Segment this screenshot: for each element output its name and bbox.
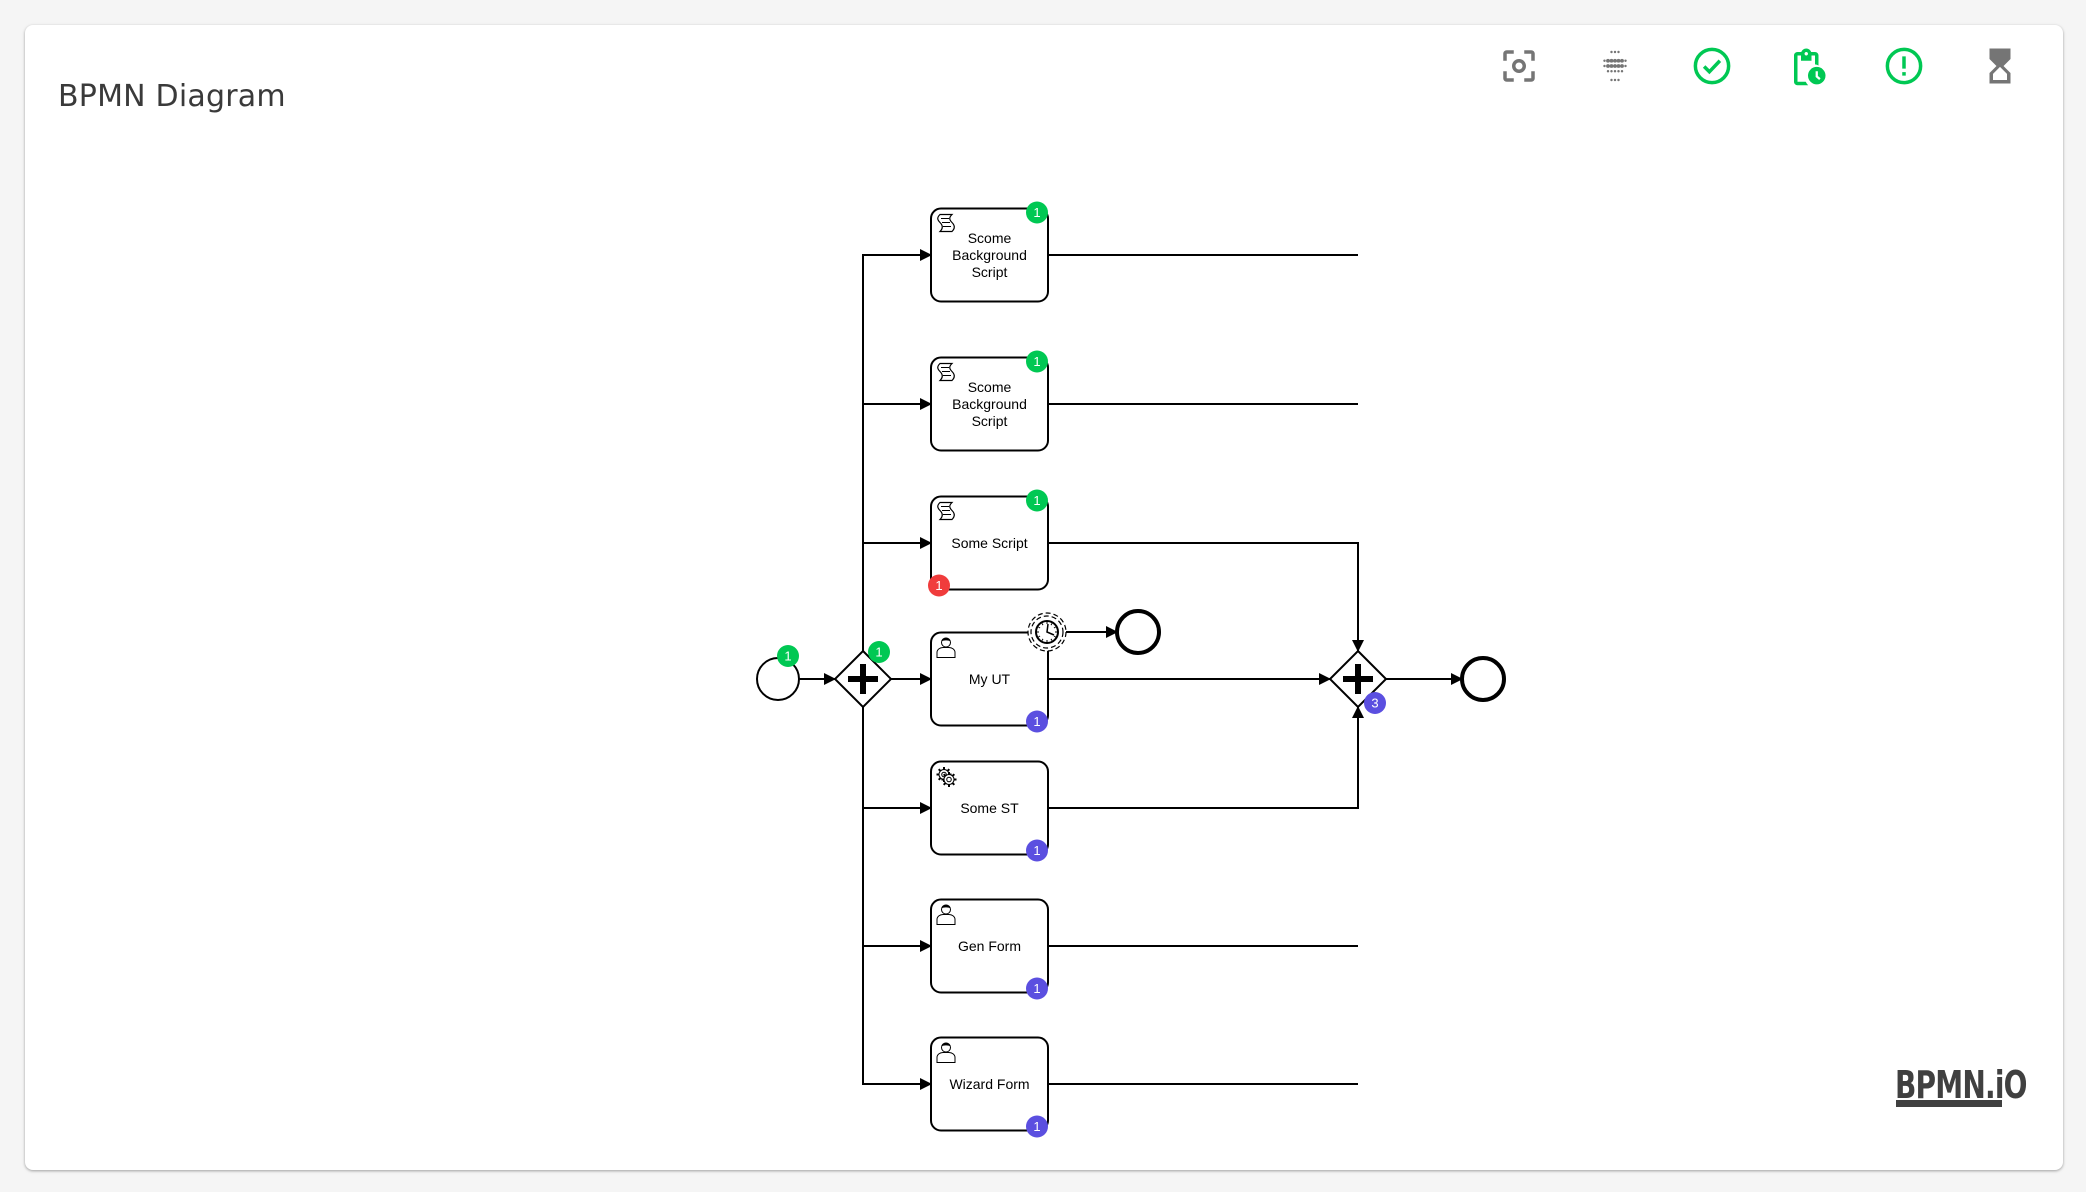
task-user[interactable]: My UT [930, 631, 1049, 727]
hourglass-icon [1989, 48, 2011, 84]
task-user[interactable]: Wizard Form [930, 1036, 1049, 1132]
task-label: Background [952, 247, 1027, 263]
toolbar [0, 44, 2086, 88]
task-completed-badge-count: 1 [1033, 493, 1040, 508]
alert-circle-icon [1885, 47, 1923, 85]
task-completed-badge: 1 [1026, 201, 1048, 224]
start-event-completed-badge: 1 [777, 645, 799, 667]
focus-icon [1503, 50, 1535, 82]
timer-boundary-event[interactable] [1027, 612, 1067, 652]
clipboard-clock-icon [1794, 48, 1826, 86]
heatmap-button[interactable] [1593, 44, 1637, 88]
task-completed-badge-count: 1 [1033, 205, 1040, 220]
task-active-badge: 1 [1026, 1115, 1048, 1138]
task-label: Background [952, 396, 1027, 412]
end-event[interactable] [1460, 656, 1506, 702]
task-error-badge: 1 [928, 574, 950, 597]
task-label: Script [972, 264, 1008, 280]
task-label: My UT [969, 671, 1011, 687]
user-icon-body [936, 1052, 956, 1063]
split-gateway-completed-badge-count: 1 [875, 645, 882, 660]
user-icon-body [936, 647, 956, 658]
task-active-badge-count: 1 [1033, 843, 1040, 858]
task-active-badge-count: 1 [1033, 981, 1040, 996]
errors-filter-button[interactable] [1882, 44, 1926, 88]
task-script[interactable]: Some Script [930, 495, 1049, 591]
start-event-completed-badge-count: 1 [784, 649, 791, 664]
task-service[interactable]: Some ST [930, 760, 1049, 856]
task-active-badge-count: 1 [1033, 714, 1040, 729]
task-user[interactable]: Gen Form [930, 898, 1049, 994]
task-completed-badge: 1 [1026, 350, 1048, 373]
task-label: Gen Form [958, 938, 1021, 954]
task-completed-badge-count: 1 [1033, 354, 1040, 369]
split-gateway-completed-badge: 1 [868, 641, 890, 663]
task-label: Script [972, 413, 1008, 429]
fit-view-button[interactable] [1497, 44, 1541, 88]
join-gateway-active-badge-count: 3 [1371, 696, 1378, 711]
task-script[interactable]: ScomeBackgroundScript [930, 207, 1049, 303]
task-label: Some ST [960, 800, 1019, 816]
dots-grid-icon [1603, 50, 1627, 82]
completed-filter-button[interactable] [1690, 44, 1734, 88]
task-label: Scome [968, 379, 1012, 395]
gear-hole [946, 776, 952, 783]
task-error-badge-count: 1 [935, 578, 942, 593]
task-active-badge: 1 [1026, 710, 1048, 733]
check-circle-icon [1693, 47, 1731, 85]
task-label: Some Script [951, 535, 1027, 551]
bpmn-card: BPMN Diagram [25, 25, 2063, 1170]
task-active-badge: 1 [1026, 977, 1048, 1000]
task-active-badge-count: 1 [1033, 1119, 1040, 1134]
user-icon-body [936, 914, 956, 925]
timer-end-event[interactable] [1115, 609, 1161, 655]
task-label: Scome [968, 230, 1012, 246]
pending-filter-button[interactable] [1786, 44, 1830, 88]
waiting-filter-button[interactable] [1978, 44, 2022, 88]
join-gateway-active-badge: 3 [1364, 692, 1386, 714]
bpmn-io-logo-underline [1896, 1100, 2002, 1107]
task-active-badge: 1 [1026, 839, 1048, 862]
task-label: Wizard Form [949, 1076, 1029, 1092]
task-completed-badge: 1 [1026, 489, 1048, 512]
task-script[interactable]: ScomeBackgroundScript [930, 356, 1049, 452]
